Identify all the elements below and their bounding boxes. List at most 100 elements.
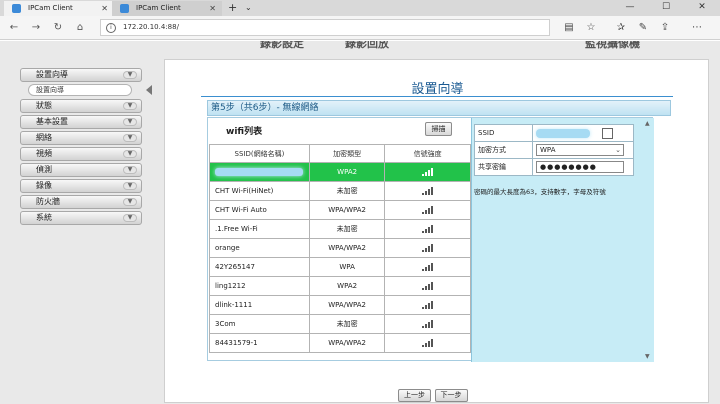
signal-bar bbox=[424, 248, 427, 252]
signal-cell[interactable] bbox=[384, 276, 471, 296]
signal-bar bbox=[424, 286, 427, 290]
sidebar-item-network[interactable]: 網絡 ▼ bbox=[20, 131, 142, 145]
signal-cell[interactable] bbox=[384, 219, 471, 239]
signal-strength-icon bbox=[421, 301, 434, 309]
ssid-cell[interactable]: ling1212 bbox=[209, 276, 310, 296]
table-row[interactable]: CHT Wi-Fi Auto WPA/WPA2 bbox=[209, 200, 471, 220]
browser-tab-2[interactable]: IPCam Client ✕ bbox=[112, 1, 222, 16]
chevron-down-icon: ▼ bbox=[123, 198, 137, 206]
scan-button[interactable]: 掃描 bbox=[425, 122, 452, 136]
table-row[interactable]: orange WPA/WPA2 bbox=[209, 238, 471, 258]
sidebar-subitem-setup-wizard[interactable]: 設置向導 bbox=[28, 84, 132, 96]
sidebar-item-recording[interactable]: 錄像 ▼ bbox=[20, 179, 142, 193]
ssid-input[interactable] bbox=[536, 128, 590, 138]
sidebar-item-system[interactable]: 系統 ▼ bbox=[20, 211, 142, 225]
encryption-cell[interactable]: 未加密 bbox=[308, 181, 386, 201]
scroll-down-icon[interactable]: ▼ bbox=[645, 353, 650, 360]
ssid-checkbox[interactable] bbox=[602, 127, 614, 139]
more-menu-icon[interactable]: ⋯ bbox=[690, 21, 704, 35]
chevron-down-icon: ▼ bbox=[123, 166, 137, 174]
encryption-cell[interactable]: WPA/WPA2 bbox=[308, 238, 386, 258]
back-icon[interactable]: ← bbox=[6, 20, 22, 36]
signal-bar bbox=[421, 212, 424, 214]
minimize-icon[interactable]: — bbox=[612, 0, 648, 16]
signal-cell[interactable] bbox=[384, 162, 471, 182]
encryption-cell[interactable]: WPA/WPA2 bbox=[308, 295, 386, 315]
home-icon[interactable]: ⌂ bbox=[72, 20, 88, 36]
sidebar-item-status[interactable]: 狀態 ▼ bbox=[20, 99, 142, 113]
signal-bar bbox=[421, 231, 424, 233]
new-tab-icon[interactable]: + bbox=[228, 0, 237, 15]
encryption-cell[interactable]: WPA bbox=[308, 257, 386, 277]
window-close-icon[interactable]: ✕ bbox=[684, 0, 720, 16]
ssid-cell[interactable] bbox=[209, 162, 310, 182]
table-row[interactable]: WPA2 bbox=[209, 162, 471, 182]
ssid-cell[interactable]: 42Y265147 bbox=[209, 257, 310, 277]
signal-cell[interactable] bbox=[384, 333, 471, 353]
table-row[interactable]: CHT Wi-Fi(HiNet) 未加密 bbox=[209, 181, 471, 201]
ssid-cell[interactable]: CHT Wi-Fi(HiNet) bbox=[209, 181, 310, 201]
ssid-cell[interactable]: .1.Free Wi-Fi bbox=[209, 219, 310, 239]
chevron-down-icon[interactable]: ⌄ bbox=[245, 0, 252, 15]
sidebar-item-label: 狀態 bbox=[36, 101, 52, 110]
url-text[interactable]: 172.20.10.4:88/ bbox=[123, 20, 179, 35]
table-row[interactable]: ling1212 WPA2 bbox=[209, 276, 471, 296]
table-row[interactable]: .1.Free Wi-Fi 未加密 bbox=[209, 219, 471, 239]
encryption-cell[interactable]: WPA2 bbox=[308, 276, 386, 296]
wifi-table: SSID(網絡名稱) 加密類型 信號強度 WPA2 CHT Wi-Fi(HiNet… bbox=[209, 144, 471, 353]
previous-step-button[interactable]: 上一步 bbox=[398, 389, 431, 402]
signal-cell[interactable] bbox=[384, 181, 471, 201]
table-row[interactable]: 42Y265147 WPA bbox=[209, 257, 471, 277]
browser-tab-1[interactable]: IPCam Client ✕ bbox=[4, 1, 114, 16]
favorites-bar-icon[interactable]: ✰ bbox=[614, 21, 628, 35]
signal-bar bbox=[421, 307, 424, 309]
header-ghost-playback[interactable]: 錄影回放 bbox=[345, 41, 389, 51]
address-bar-row: ← → ↻ ⌂ i 172.20.10.4:88/ ▤ ☆ ✰ ✎ ⇪ ⋯ bbox=[0, 16, 720, 40]
notes-icon[interactable]: ✎ bbox=[636, 21, 650, 35]
signal-bar bbox=[424, 210, 427, 214]
close-tab-icon[interactable]: ✕ bbox=[101, 1, 108, 16]
header-ghost-recording[interactable]: 錄影設定 bbox=[260, 41, 304, 51]
ssid-cell[interactable]: CHT Wi-Fi Auto bbox=[209, 200, 310, 220]
signal-cell[interactable] bbox=[384, 257, 471, 277]
encryption-cell[interactable]: WPA/WPA2 bbox=[308, 200, 386, 220]
signal-cell[interactable] bbox=[384, 295, 471, 315]
signal-bar bbox=[430, 225, 433, 233]
panel-scrollbar[interactable]: ▲ ▼ bbox=[644, 120, 653, 360]
signal-cell[interactable] bbox=[384, 200, 471, 220]
sidebar-item-basic-settings[interactable]: 基本設置 ▼ bbox=[20, 115, 142, 129]
shared-key-input[interactable]: ●●●●●●●● bbox=[536, 161, 624, 173]
signal-bar bbox=[424, 324, 427, 328]
ssid-cell[interactable]: dlink-1111 bbox=[209, 295, 310, 315]
close-tab-icon[interactable]: ✕ bbox=[209, 1, 216, 16]
signal-cell[interactable] bbox=[384, 314, 471, 334]
forward-icon[interactable]: → bbox=[28, 20, 44, 36]
sidebar-item-firewall[interactable]: 防火牆 ▼ bbox=[20, 195, 142, 209]
encryption-cell[interactable]: 未加密 bbox=[308, 314, 386, 334]
encryption-select[interactable]: WPA ⌄ bbox=[536, 144, 624, 156]
signal-cell[interactable] bbox=[384, 238, 471, 258]
table-row[interactable]: 3Com 未加密 bbox=[209, 314, 471, 334]
sidebar-item-video[interactable]: 視頻 ▼ bbox=[20, 147, 142, 161]
collapse-sidebar-icon[interactable] bbox=[146, 85, 152, 95]
encryption-cell[interactable]: 未加密 bbox=[308, 219, 386, 239]
table-row[interactable]: 84431579-1 WPA/WPA2 bbox=[209, 333, 471, 353]
url-field[interactable]: i 172.20.10.4:88/ bbox=[100, 19, 550, 36]
encryption-cell[interactable]: WPA/WPA2 bbox=[308, 333, 386, 353]
maximize-icon[interactable]: ☐ bbox=[648, 0, 684, 16]
site-info-icon[interactable]: i bbox=[106, 23, 116, 33]
share-icon[interactable]: ⇪ bbox=[658, 21, 672, 35]
ssid-cell[interactable]: orange bbox=[209, 238, 310, 258]
signal-bar bbox=[427, 341, 430, 347]
ssid-cell[interactable]: 3Com bbox=[209, 314, 310, 334]
ssid-cell[interactable]: 84431579-1 bbox=[209, 333, 310, 353]
table-row[interactable]: dlink-1111 WPA/WPA2 bbox=[209, 295, 471, 315]
favorite-star-icon[interactable]: ☆ bbox=[584, 21, 598, 35]
reading-view-icon[interactable]: ▤ bbox=[562, 21, 576, 35]
sidebar-item-detection[interactable]: 偵測 ▼ bbox=[20, 163, 142, 177]
next-step-button[interactable]: 下一步 bbox=[434, 389, 468, 402]
scroll-up-icon[interactable]: ▲ bbox=[645, 120, 650, 127]
sidebar-item-setup-wizard[interactable]: 設置向導 ▼ bbox=[20, 68, 142, 82]
refresh-icon[interactable]: ↻ bbox=[50, 20, 66, 36]
encryption-cell[interactable]: WPA2 bbox=[308, 162, 386, 182]
